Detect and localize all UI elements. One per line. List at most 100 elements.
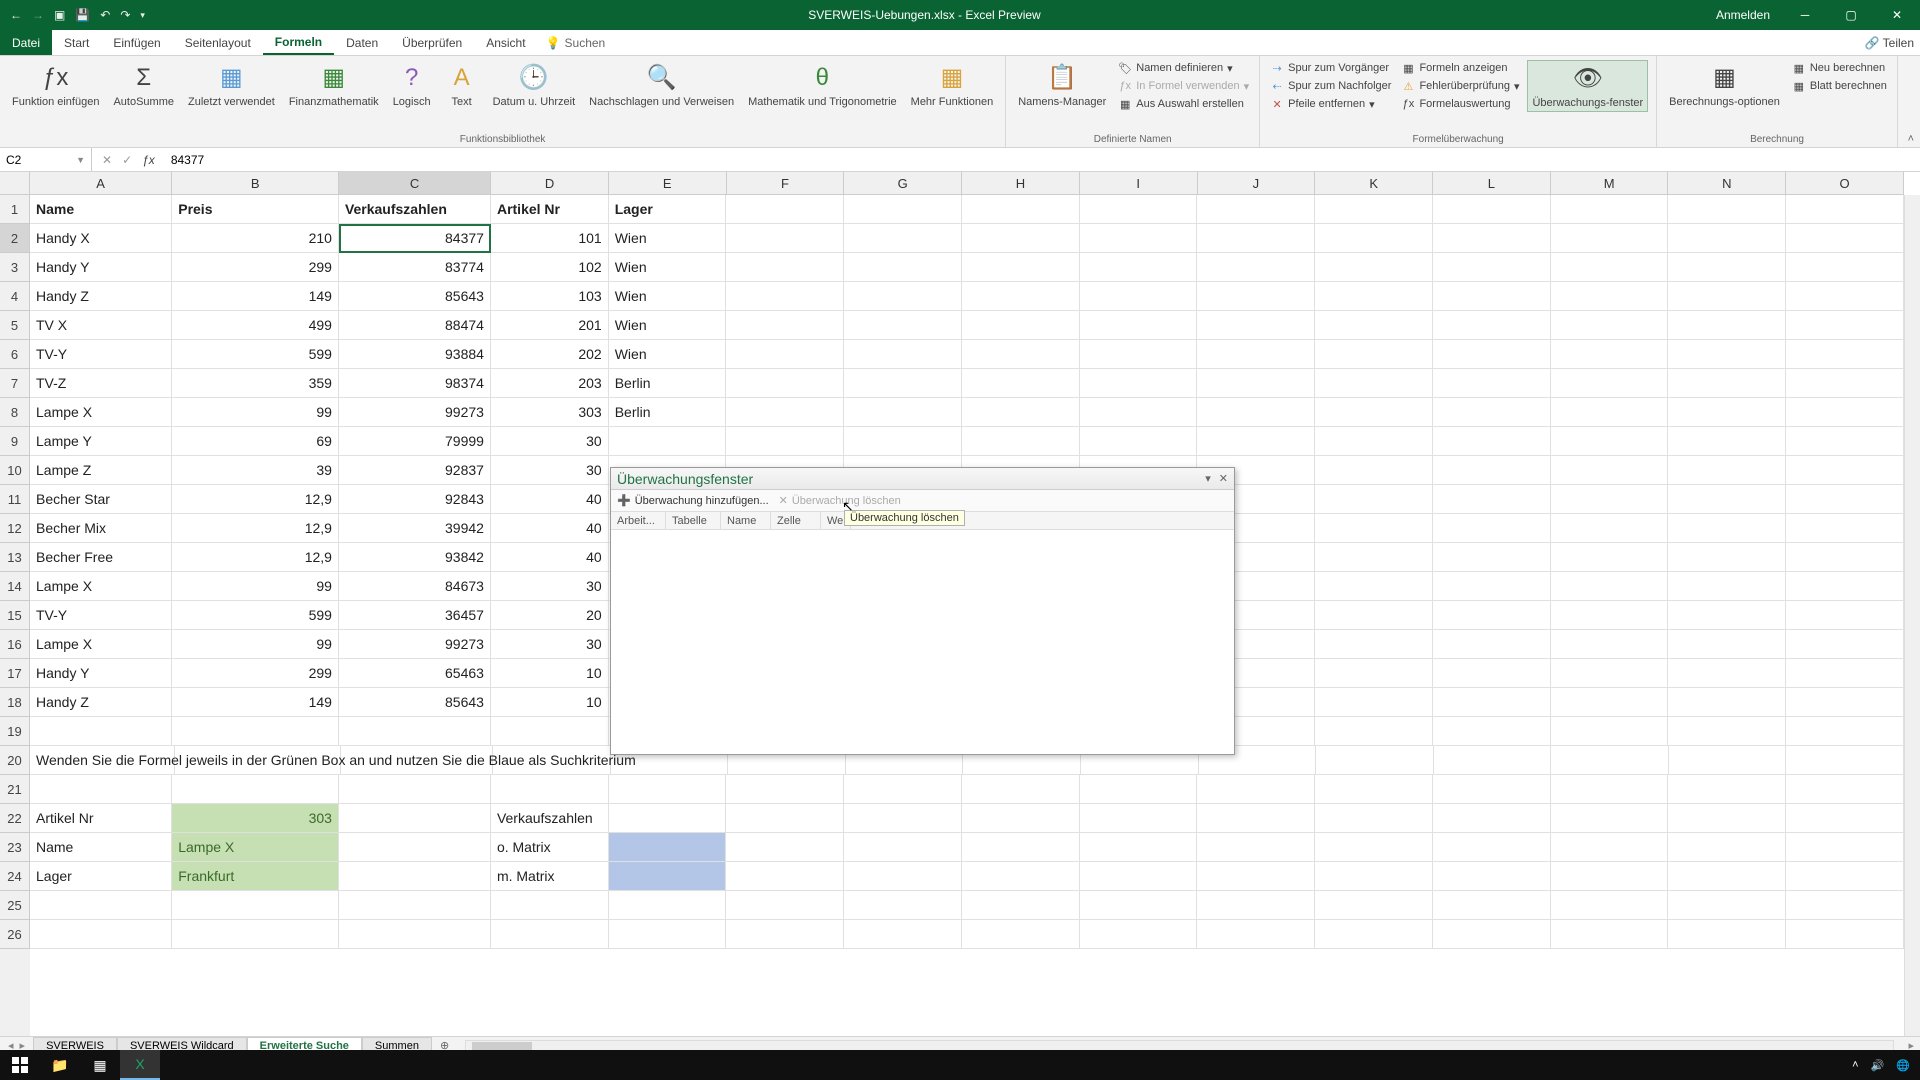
- cell-A9[interactable]: Lampe Y: [30, 427, 172, 456]
- cell-H22[interactable]: [962, 804, 1080, 833]
- cell-B1[interactable]: Preis: [172, 195, 339, 224]
- cell-J9[interactable]: [1197, 427, 1315, 456]
- cell-L1[interactable]: [1433, 195, 1551, 224]
- cell-L3[interactable]: [1433, 253, 1551, 282]
- qat-undo-icon[interactable]: ↶: [100, 8, 110, 22]
- cell-K1[interactable]: [1315, 195, 1433, 224]
- cell-L17[interactable]: [1433, 659, 1551, 688]
- cell-K26[interactable]: [1315, 920, 1433, 949]
- cell-M23[interactable]: [1551, 833, 1669, 862]
- cell-O4[interactable]: [1786, 282, 1904, 311]
- calc-now-button[interactable]: ▦Neu berechnen: [1790, 60, 1889, 76]
- cell-K15[interactable]: [1315, 601, 1433, 630]
- cell-E3[interactable]: Wien: [609, 253, 727, 282]
- cell-A15[interactable]: TV-Y: [30, 601, 172, 630]
- cell-O1[interactable]: [1786, 195, 1904, 224]
- cell-E5[interactable]: Wien: [609, 311, 727, 340]
- col-header-C[interactable]: C: [339, 172, 491, 195]
- cell-C23[interactable]: [339, 833, 491, 862]
- cell-H24[interactable]: [962, 862, 1080, 891]
- cell-D15[interactable]: 20: [491, 601, 609, 630]
- cell-F24[interactable]: [726, 862, 844, 891]
- cell-K10[interactable]: [1315, 456, 1433, 485]
- cell-A17[interactable]: Handy Y: [30, 659, 172, 688]
- cell-B8[interactable]: 99: [172, 398, 339, 427]
- row-header-22[interactable]: 22: [0, 804, 30, 833]
- cell-M11[interactable]: [1551, 485, 1669, 514]
- cell-K21[interactable]: [1315, 775, 1433, 804]
- cell-K5[interactable]: [1315, 311, 1433, 340]
- cell-D16[interactable]: 30: [491, 630, 609, 659]
- row-header-16[interactable]: 16: [0, 630, 30, 659]
- cell-C22[interactable]: [339, 804, 491, 833]
- cell-N14[interactable]: [1668, 572, 1786, 601]
- cell-O14[interactable]: [1786, 572, 1904, 601]
- cell-M6[interactable]: [1551, 340, 1669, 369]
- cell-A13[interactable]: Becher Free: [30, 543, 172, 572]
- cell-K18[interactable]: [1315, 688, 1433, 717]
- cell-J7[interactable]: [1197, 369, 1315, 398]
- col-header-L[interactable]: L: [1433, 172, 1551, 195]
- cell-F1[interactable]: [726, 195, 844, 224]
- cell-N6[interactable]: [1668, 340, 1786, 369]
- cell-O12[interactable]: [1786, 514, 1904, 543]
- cell-D2[interactable]: 101: [491, 224, 609, 253]
- cell-J22[interactable]: [1197, 804, 1315, 833]
- cell-M14[interactable]: [1551, 572, 1669, 601]
- cell-D11[interactable]: 40: [491, 485, 609, 514]
- cell-C16[interactable]: 99273: [339, 630, 491, 659]
- cell-K22[interactable]: [1315, 804, 1433, 833]
- cell-L22[interactable]: [1433, 804, 1551, 833]
- cell-F4[interactable]: [726, 282, 844, 311]
- watch-col-cell[interactable]: Zelle: [771, 512, 821, 529]
- show-formulas-button[interactable]: ▦Formeln anzeigen: [1399, 60, 1521, 76]
- cell-N8[interactable]: [1668, 398, 1786, 427]
- cell-A11[interactable]: Becher Star: [30, 485, 172, 514]
- cell-E26[interactable]: [609, 920, 727, 949]
- cell-B24[interactable]: Frankfurt: [172, 862, 339, 891]
- qat-save-icon[interactable]: 💾: [75, 8, 90, 22]
- cell-L15[interactable]: [1433, 601, 1551, 630]
- cell-N17[interactable]: [1668, 659, 1786, 688]
- cell-A21[interactable]: [30, 775, 172, 804]
- cell-A25[interactable]: [30, 891, 172, 920]
- text-button[interactable]: AText: [441, 60, 483, 110]
- qat-redo-icon[interactable]: ↷: [120, 8, 130, 22]
- cell-C26[interactable]: [339, 920, 491, 949]
- cell-I6[interactable]: [1080, 340, 1198, 369]
- cell-K8[interactable]: [1315, 398, 1433, 427]
- cell-C12[interactable]: 39942: [339, 514, 491, 543]
- calc-sheet-button[interactable]: ▦Blatt berechnen: [1790, 78, 1889, 94]
- cell-M8[interactable]: [1551, 398, 1669, 427]
- cell-C18[interactable]: 85643: [339, 688, 491, 717]
- cell-J4[interactable]: [1197, 282, 1315, 311]
- name-manager-button[interactable]: 📋Namens-Manager: [1014, 60, 1110, 110]
- cell-C14[interactable]: 84673: [339, 572, 491, 601]
- cell-O3[interactable]: [1786, 253, 1904, 282]
- cell-M7[interactable]: [1551, 369, 1669, 398]
- cell-L14[interactable]: [1433, 572, 1551, 601]
- cell-E6[interactable]: Wien: [609, 340, 727, 369]
- cell-K24[interactable]: [1315, 862, 1433, 891]
- watch-col-sheet[interactable]: Tabelle: [666, 512, 721, 529]
- row-header-25[interactable]: 25: [0, 891, 30, 920]
- cell-C6[interactable]: 93884: [339, 340, 491, 369]
- cell-B10[interactable]: 39: [172, 456, 339, 485]
- cell-I5[interactable]: [1080, 311, 1198, 340]
- tell-me-search[interactable]: 💡 Suchen: [538, 30, 614, 55]
- cell-E8[interactable]: Berlin: [609, 398, 727, 427]
- cell-O10[interactable]: [1786, 456, 1904, 485]
- cell-J21[interactable]: [1197, 775, 1315, 804]
- cell-N4[interactable]: [1668, 282, 1786, 311]
- cell-A22[interactable]: Artikel Nr: [30, 804, 172, 833]
- cell-G6[interactable]: [844, 340, 962, 369]
- cell-F22[interactable]: [726, 804, 844, 833]
- cell-A8[interactable]: Lampe X: [30, 398, 172, 427]
- cell-L2[interactable]: [1433, 224, 1551, 253]
- cell-D5[interactable]: 201: [491, 311, 609, 340]
- cell-D3[interactable]: 102: [491, 253, 609, 282]
- cell-O24[interactable]: [1786, 862, 1904, 891]
- tab-start[interactable]: Start: [52, 30, 101, 55]
- row-header-9[interactable]: 9: [0, 427, 30, 456]
- cell-L10[interactable]: [1433, 456, 1551, 485]
